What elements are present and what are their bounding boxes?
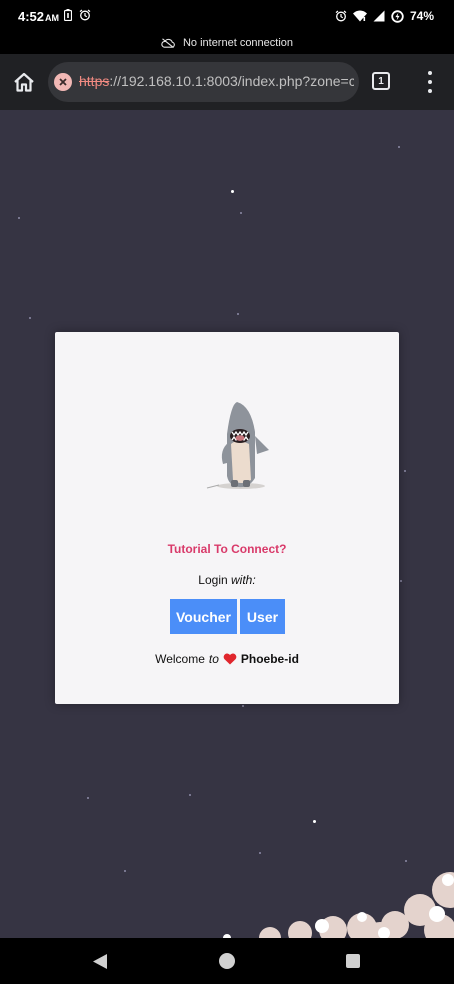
system-nav-bar [0, 938, 454, 984]
battery-saver-icon [64, 9, 72, 21]
offline-text: No internet connection [182, 37, 294, 49]
alarm-icon [335, 10, 347, 22]
login-with-text: with: [231, 573, 256, 587]
star [313, 820, 316, 823]
star [189, 794, 191, 796]
url-scheme: https [79, 73, 110, 89]
login-with-label: Login with: [55, 573, 399, 587]
login-button-group: Voucher User [170, 599, 285, 634]
home-nav-icon[interactable] [219, 953, 235, 969]
star [124, 870, 126, 872]
voucher-button[interactable]: Voucher [170, 599, 237, 634]
brand-name: Phoebe-id [240, 652, 299, 666]
url-host-path: ://192.168.10.1:8003/index.php?zone=cpa [109, 73, 354, 89]
battery-percent: 74% [409, 9, 434, 23]
star [29, 317, 31, 319]
menu-dot [428, 88, 432, 93]
url-text[interactable]: https://192.168.10.1:8003/index.php?zone… [79, 73, 354, 89]
user-button[interactable]: User [240, 599, 285, 634]
alarm-icon [79, 9, 91, 21]
offline-banner: No internet connection [0, 32, 454, 54]
star [400, 580, 402, 582]
star [398, 146, 400, 148]
menu-dot [428, 71, 432, 76]
status-left-icons [64, 9, 91, 21]
cloud-off-icon [161, 38, 175, 48]
welcome-message: Welcome to Phoebe-id [55, 652, 399, 666]
star [18, 217, 20, 219]
star [242, 705, 244, 707]
recents-icon[interactable] [346, 954, 360, 968]
status-bar: 4:52AM 74% [0, 0, 454, 32]
login-text: Login [198, 573, 228, 587]
status-time: 4:52AM [18, 9, 59, 24]
star [240, 212, 242, 214]
status-right-icons: 74% [335, 9, 434, 23]
data-saver-icon [391, 9, 404, 23]
star [259, 852, 261, 854]
welcome-text: Welcome [155, 652, 205, 666]
browser-toolbar: https://192.168.10.1:8003/index.php?zone… [0, 54, 454, 110]
tab-count: 1 [372, 72, 390, 90]
star [237, 313, 239, 315]
shark-mascot-image [206, 402, 269, 489]
login-card: Tutorial To Connect? Login with: Voucher… [55, 332, 399, 704]
tab-switcher-button[interactable]: 1 [372, 72, 392, 92]
address-bar[interactable]: https://192.168.10.1:8003/index.php?zone… [48, 62, 359, 102]
welcome-to-text: to [208, 652, 219, 666]
star [404, 470, 406, 472]
star [87, 797, 89, 799]
wifi-icon [352, 10, 367, 22]
more-menu-button[interactable] [420, 69, 440, 95]
menu-dot [428, 79, 432, 84]
signal-icon [373, 10, 385, 22]
star [405, 860, 407, 862]
status-clock: 4:52 [18, 9, 45, 24]
close-icon [59, 78, 67, 86]
home-icon [14, 72, 34, 92]
not-secure-icon[interactable] [54, 73, 72, 91]
star [231, 190, 234, 193]
tutorial-link[interactable]: Tutorial To Connect? [55, 542, 399, 556]
back-icon[interactable] [92, 953, 108, 970]
webview: Tutorial To Connect? Login with: Voucher… [0, 110, 454, 938]
home-button[interactable] [10, 68, 38, 96]
status-ampm: AM [45, 13, 60, 23]
heart-icon [223, 653, 237, 665]
